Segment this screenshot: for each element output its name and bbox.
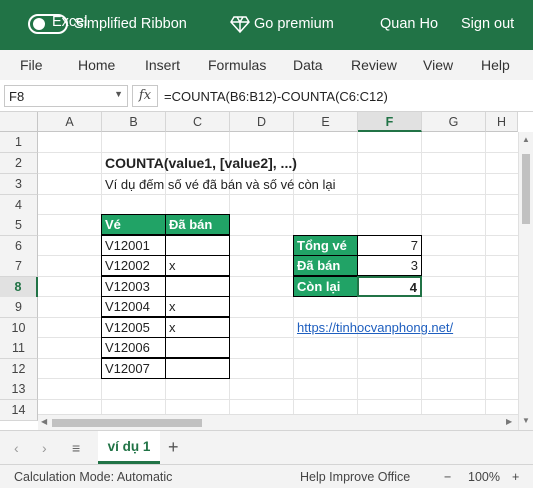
row-header-11[interactable]: 11 bbox=[0, 338, 38, 359]
ticket-cell[interactable]: V12004 bbox=[101, 296, 166, 317]
vertical-scrollbar[interactable]: ▲ ▼ bbox=[518, 132, 533, 430]
sheet-title: COUNTA(value1, [value2], ...) bbox=[105, 155, 297, 171]
row-header-14[interactable]: 14 bbox=[0, 400, 38, 421]
menu-insert[interactable]: Insert bbox=[145, 57, 180, 73]
column-header-f[interactable]: F bbox=[358, 112, 422, 132]
column-header-g[interactable]: G bbox=[422, 112, 486, 132]
chevron-right-icon[interactable]: › bbox=[42, 440, 47, 456]
column-header-d[interactable]: D bbox=[230, 112, 294, 132]
summary-label-con-lai: Còn lại bbox=[293, 276, 358, 297]
row-header-4[interactable]: 4 bbox=[0, 195, 38, 216]
menu-view[interactable]: View bbox=[423, 57, 453, 73]
sign-out-button[interactable]: Sign out bbox=[461, 16, 514, 32]
sold-cell[interactable]: x bbox=[165, 255, 230, 276]
horizontal-scrollbar[interactable]: ◀ ▶ bbox=[38, 414, 518, 430]
name-box[interactable]: F8 ▼ bbox=[4, 85, 128, 107]
column-header-c[interactable]: C bbox=[166, 112, 230, 132]
row-header-1[interactable]: 1 bbox=[0, 132, 38, 153]
summary-label-da-ban: Đã bán bbox=[293, 255, 358, 276]
calculation-mode: Calculation Mode: Automatic bbox=[14, 470, 173, 484]
row-header-13[interactable]: 13 bbox=[0, 379, 38, 400]
scroll-right-icon[interactable]: ▶ bbox=[506, 417, 512, 426]
column-header-h[interactable]: H bbox=[486, 112, 518, 132]
active-cell-f8[interactable]: 4 bbox=[357, 276, 422, 297]
diamond-icon[interactable] bbox=[230, 14, 250, 34]
user-name[interactable]: Quan Ho bbox=[380, 16, 438, 32]
menu-bar: File Home Insert Formulas Data Review Vi… bbox=[0, 50, 533, 80]
scroll-thumb[interactable] bbox=[522, 154, 530, 224]
summary-value-da-ban[interactable]: 3 bbox=[357, 255, 422, 276]
menu-help[interactable]: Help bbox=[481, 57, 510, 73]
column-header-a[interactable]: A bbox=[38, 112, 102, 132]
chevron-left-icon[interactable]: ‹ bbox=[14, 440, 19, 456]
insert-function-button[interactable]: fx bbox=[132, 85, 158, 107]
sold-cell[interactable]: x bbox=[165, 296, 230, 317]
chevron-down-icon[interactable]: ▼ bbox=[114, 89, 123, 99]
summary-label-tong-ve: Tổng vé bbox=[293, 235, 358, 256]
row-header-9[interactable]: 9 bbox=[0, 297, 38, 318]
row-header-6[interactable]: 6 bbox=[0, 236, 38, 257]
gridline bbox=[38, 399, 518, 400]
ticket-cell[interactable]: V12005 bbox=[101, 317, 166, 338]
scroll-left-icon[interactable]: ◀ bbox=[41, 417, 47, 426]
ticket-cell[interactable]: V12001 bbox=[101, 235, 166, 256]
row-header-5[interactable]: 5 bbox=[0, 215, 38, 236]
ticket-cell[interactable]: V12002 bbox=[101, 255, 166, 276]
menu-formulas[interactable]: Formulas bbox=[208, 57, 266, 73]
row-header-7[interactable]: 7 bbox=[0, 256, 38, 277]
ticket-cell[interactable]: V12003 bbox=[101, 276, 166, 297]
row-header-2[interactable]: 2 bbox=[0, 153, 38, 174]
spreadsheet-grid[interactable]: A B C D E F G H 1 2 3 4 5 6 7 8 9 10 11 … bbox=[0, 112, 533, 430]
website-link[interactable]: https://tinhocvanphong.net/ bbox=[294, 317, 453, 338]
row-header-8[interactable]: 8 bbox=[0, 277, 38, 298]
name-box-value: F8 bbox=[9, 89, 25, 104]
scroll-up-icon[interactable]: ▲ bbox=[522, 135, 530, 144]
toggle-knob bbox=[33, 18, 45, 30]
sold-cell[interactable] bbox=[165, 337, 230, 358]
add-sheet-icon[interactable]: + bbox=[168, 437, 179, 458]
simplified-ribbon-label[interactable]: Simplified Ribbon bbox=[74, 16, 187, 32]
sold-cell[interactable] bbox=[165, 276, 230, 297]
help-improve-office[interactable]: Help Improve Office bbox=[300, 470, 410, 484]
formula-input[interactable]: =COUNTA(B6:B12)-COUNTA(C6:C12) bbox=[164, 89, 388, 104]
scroll-thumb[interactable] bbox=[52, 419, 202, 427]
ticket-cell[interactable]: V12007 bbox=[101, 358, 166, 379]
sold-cell[interactable]: x bbox=[165, 317, 230, 338]
summary-value-tong-ve[interactable]: 7 bbox=[357, 235, 422, 256]
menu-home[interactable]: Home bbox=[78, 57, 115, 73]
select-all-corner[interactable] bbox=[0, 112, 38, 132]
sold-cell[interactable] bbox=[165, 358, 230, 379]
row-header-10[interactable]: 10 bbox=[0, 318, 38, 339]
status-bar: Calculation Mode: Automatic Help Improve… bbox=[0, 464, 533, 488]
tab-vi-du-1[interactable]: ví dụ 1 bbox=[98, 431, 160, 464]
sold-cell[interactable] bbox=[165, 235, 230, 256]
gridline bbox=[485, 132, 486, 430]
sheet-subtitle: Ví dụ đếm số vé đã bán và số vé còn lại bbox=[105, 177, 336, 192]
sheet-tab-bar: ‹ › ≡ ví dụ 1 + bbox=[0, 430, 533, 464]
row-header-3[interactable]: 3 bbox=[0, 174, 38, 195]
column-header-b[interactable]: B bbox=[102, 112, 166, 132]
scroll-down-icon[interactable]: ▼ bbox=[522, 416, 530, 425]
formula-bar: F8 ▼ fx =COUNTA(B6:B12)-COUNTA(C6:C12) bbox=[0, 80, 533, 112]
menu-file[interactable]: File bbox=[20, 57, 43, 73]
column-header-e[interactable]: E bbox=[294, 112, 358, 132]
zoom-level[interactable]: 100% bbox=[468, 470, 500, 484]
sheet-list-icon[interactable]: ≡ bbox=[72, 440, 80, 456]
menu-data[interactable]: Data bbox=[293, 57, 323, 73]
zoom-in-icon[interactable]: + bbox=[512, 470, 519, 484]
row-header-12[interactable]: 12 bbox=[0, 359, 38, 380]
title-bar: Excel Simplified Ribbon Go premium Quan … bbox=[0, 0, 533, 50]
table-header-ve: Vé bbox=[101, 214, 166, 235]
table-header-da-ban: Đã bán bbox=[165, 214, 230, 235]
go-premium-button[interactable]: Go premium bbox=[254, 16, 334, 32]
menu-review[interactable]: Review bbox=[351, 57, 397, 73]
zoom-out-icon[interactable]: − bbox=[444, 470, 451, 484]
ticket-cell[interactable]: V12006 bbox=[101, 337, 166, 358]
